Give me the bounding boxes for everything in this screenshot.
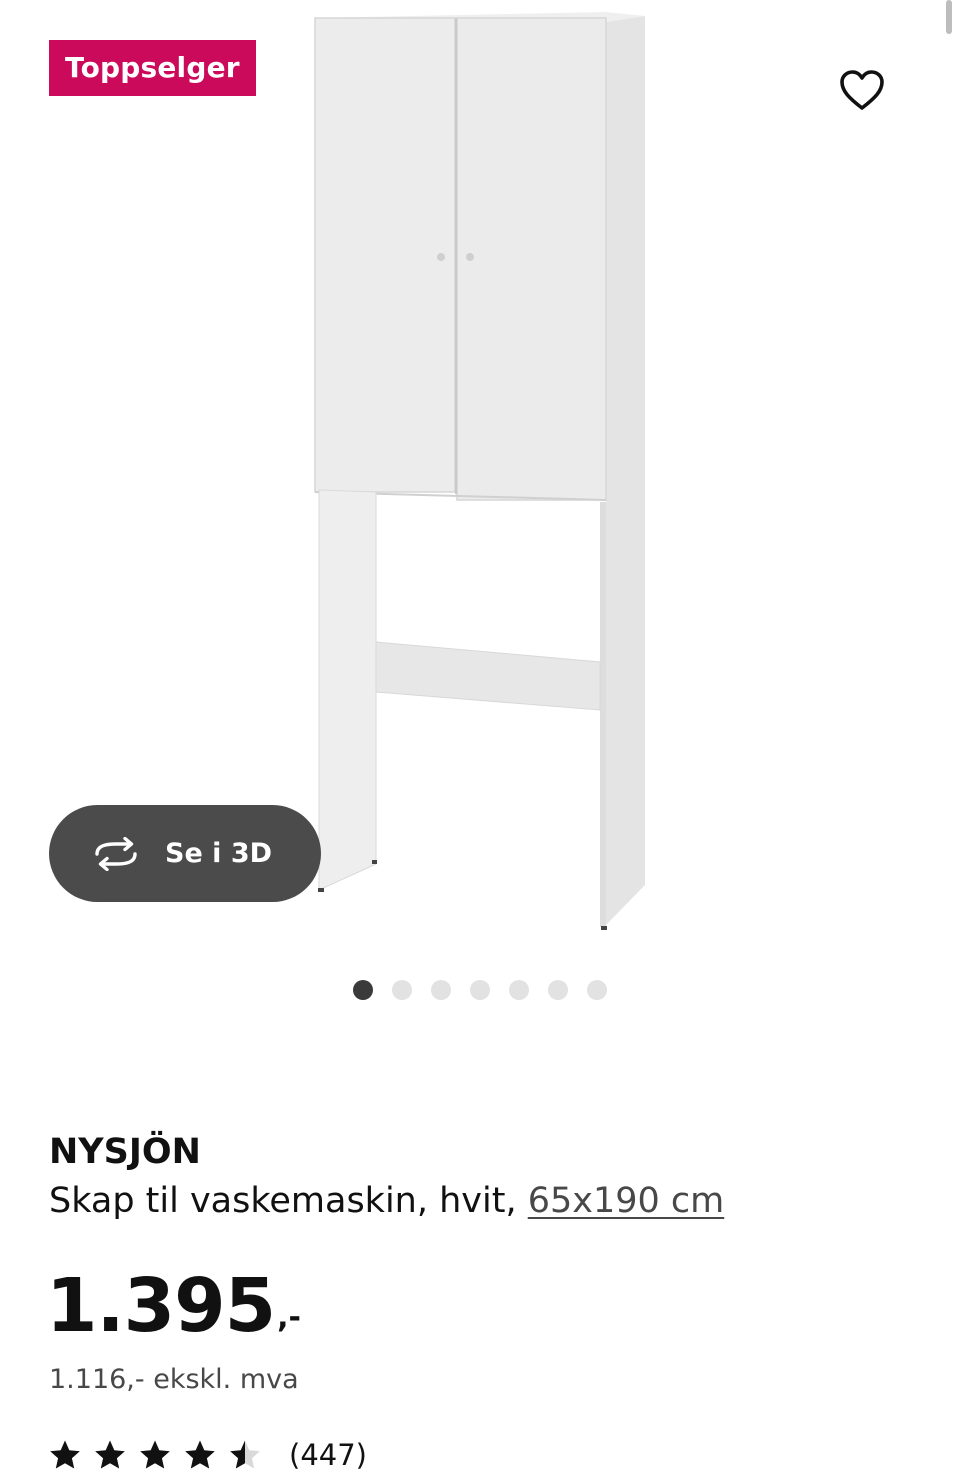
gallery-dot-7[interactable]	[587, 980, 607, 1000]
cabinet-knob	[437, 253, 445, 261]
top-seller-badge: Toppselger	[49, 40, 256, 96]
product-price: 1.395 ,-	[46, 1258, 301, 1354]
review-count: (447)	[289, 1438, 367, 1472]
product-description: Skap til vaskemaskin, hvit, 65x190 cm	[49, 1178, 724, 1224]
gallery-dot-5[interactable]	[509, 980, 529, 1000]
cabinet-left-door	[314, 17, 456, 493]
product-name: NYSJÖN	[49, 1132, 201, 1172]
rating-stars	[49, 1439, 261, 1471]
cabinet-knob	[466, 253, 474, 261]
view-in-3d-button[interactable]: Se i 3D	[49, 805, 321, 902]
gallery-pagination	[353, 980, 607, 1000]
view-in-3d-label: Se i 3D	[165, 838, 273, 869]
add-to-favorites-button[interactable]	[826, 54, 898, 126]
gallery-dot-6[interactable]	[548, 980, 568, 1000]
price-suffix: ,-	[277, 1300, 301, 1335]
product-image	[314, 12, 645, 930]
gallery-dot-2[interactable]	[392, 980, 412, 1000]
gallery-dot-3[interactable]	[431, 980, 451, 1000]
star-full-icon	[50, 1440, 80, 1469]
price-excl-vat: 1.116,- ekskl. mva	[49, 1364, 299, 1395]
heart-outline-icon	[840, 70, 884, 110]
product-size-link[interactable]: 65x190 cm	[528, 1181, 725, 1221]
product-type: Skap til vaskemaskin, hvit,	[49, 1181, 528, 1221]
star-full-icon	[185, 1440, 215, 1469]
product-image-gallery[interactable]: Toppselger Se i 3D	[0, 0, 960, 960]
gallery-dot-4[interactable]	[470, 980, 490, 1000]
rotate-3d-icon	[91, 836, 141, 871]
star-full-icon	[95, 1440, 125, 1469]
product-rating[interactable]: (447)	[49, 1438, 367, 1472]
gallery-dot-1[interactable]	[353, 980, 373, 1000]
cabinet-side-panel	[606, 16, 645, 925]
star-half-icon	[230, 1440, 260, 1469]
star-full-icon	[140, 1440, 170, 1469]
price-amount: 1.395	[46, 1263, 276, 1349]
cabinet-right-door	[456, 17, 607, 501]
